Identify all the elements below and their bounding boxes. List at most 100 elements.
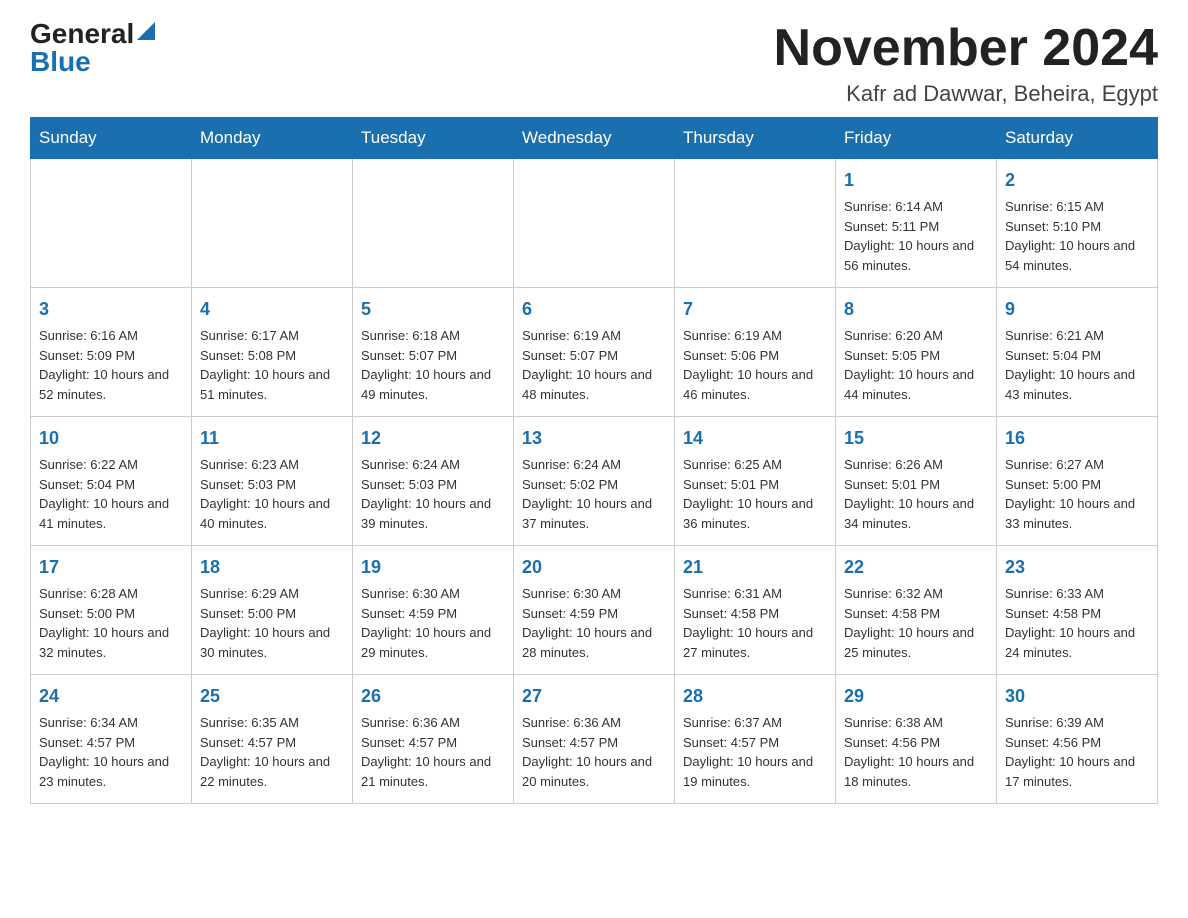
calendar-cell: 28 Sunrise: 6:37 AM Sunset: 4:57 PM Dayli… [675, 675, 836, 804]
cell-sun-info: Sunrise: 6:19 AM Sunset: 5:06 PM Dayligh… [683, 326, 827, 404]
location-subtitle: Kafr ad Dawwar, Beheira, Egypt [774, 81, 1158, 107]
cell-day-number: 28 [683, 683, 827, 710]
calendar-cell [514, 159, 675, 288]
calendar-cell: 29Sunrise: 6:38 AM Sunset: 4:56 PM Dayli… [836, 675, 997, 804]
calendar-cell: 16Sunrise: 6:27 AM Sunset: 5:00 PM Dayli… [997, 417, 1158, 546]
calendar-cell: 21 Sunrise: 6:31 AM Sunset: 4:58 PM Dayli… [675, 546, 836, 675]
header: General Blue November 2024 Kafr ad Dawwa… [30, 20, 1158, 107]
calendar-table: SundayMondayTuesdayWednesdayThursdayFrid… [30, 117, 1158, 804]
cell-day-number: 17 [39, 554, 183, 581]
cell-day-number: 1 [844, 167, 988, 194]
cell-day-number: 26 [361, 683, 505, 710]
cell-sun-info: Sunrise: 6:21 AM Sunset: 5:04 PM Dayligh… [1005, 326, 1149, 404]
cell-sun-info: Sunrise: 6:18 AM Sunset: 5:07 PM Dayligh… [361, 326, 505, 404]
calendar-cell: 11 Sunrise: 6:23 AM Sunset: 5:03 PM Dayli… [192, 417, 353, 546]
calendar-week-1: 1 Sunrise: 6:14 AM Sunset: 5:11 PM Daylig… [31, 159, 1158, 288]
weekday-header-wednesday: Wednesday [514, 118, 675, 159]
cell-day-number: 10 [39, 425, 183, 452]
weekday-header-thursday: Thursday [675, 118, 836, 159]
cell-sun-info: Sunrise: 6:22 AM Sunset: 5:04 PM Dayligh… [39, 455, 183, 533]
cell-sun-info: Sunrise: 6:24 AM Sunset: 5:02 PM Dayligh… [522, 455, 666, 533]
calendar-cell: 6 Sunrise: 6:19 AM Sunset: 5:07 PM Daylig… [514, 288, 675, 417]
calendar-week-2: 3 Sunrise: 6:16 AM Sunset: 5:09 PM Daylig… [31, 288, 1158, 417]
cell-day-number: 3 [39, 296, 183, 323]
cell-day-number: 2 [1005, 167, 1149, 194]
cell-sun-info: Sunrise: 6:28 AM Sunset: 5:00 PM Dayligh… [39, 584, 183, 662]
calendar-cell: 22 Sunrise: 6:32 AM Sunset: 4:58 PM Dayli… [836, 546, 997, 675]
calendar-cell [192, 159, 353, 288]
cell-sun-info: Sunrise: 6:31 AM Sunset: 4:58 PM Dayligh… [683, 584, 827, 662]
cell-sun-info: Sunrise: 6:29 AM Sunset: 5:00 PM Dayligh… [200, 584, 344, 662]
cell-day-number: 21 [683, 554, 827, 581]
calendar-cell: 30 Sunrise: 6:39 AM Sunset: 4:56 PM Dayli… [997, 675, 1158, 804]
calendar-cell: 18 Sunrise: 6:29 AM Sunset: 5:00 PM Dayli… [192, 546, 353, 675]
cell-sun-info: Sunrise: 6:20 AM Sunset: 5:05 PM Dayligh… [844, 326, 988, 404]
cell-sun-info: Sunrise: 6:30 AM Sunset: 4:59 PM Dayligh… [522, 584, 666, 662]
calendar-cell: 15 Sunrise: 6:26 AM Sunset: 5:01 PM Dayli… [836, 417, 997, 546]
cell-day-number: 13 [522, 425, 666, 452]
calendar-cell: 23Sunrise: 6:33 AM Sunset: 4:58 PM Dayli… [997, 546, 1158, 675]
cell-day-number: 22 [844, 554, 988, 581]
cell-sun-info: Sunrise: 6:30 AM Sunset: 4:59 PM Dayligh… [361, 584, 505, 662]
cell-day-number: 11 [200, 425, 344, 452]
logo-general: General [30, 20, 134, 48]
calendar-cell: 7 Sunrise: 6:19 AM Sunset: 5:06 PM Daylig… [675, 288, 836, 417]
cell-day-number: 27 [522, 683, 666, 710]
calendar-cell: 14Sunrise: 6:25 AM Sunset: 5:01 PM Dayli… [675, 417, 836, 546]
cell-day-number: 24 [39, 683, 183, 710]
cell-day-number: 6 [522, 296, 666, 323]
cell-sun-info: Sunrise: 6:39 AM Sunset: 4:56 PM Dayligh… [1005, 713, 1149, 791]
logo-triangle-icon [137, 22, 155, 44]
cell-sun-info: Sunrise: 6:27 AM Sunset: 5:00 PM Dayligh… [1005, 455, 1149, 533]
cell-sun-info: Sunrise: 6:36 AM Sunset: 4:57 PM Dayligh… [522, 713, 666, 791]
calendar-week-3: 10 Sunrise: 6:22 AM Sunset: 5:04 PM Dayli… [31, 417, 1158, 546]
calendar-cell [31, 159, 192, 288]
cell-day-number: 18 [200, 554, 344, 581]
calendar-cell: 24Sunrise: 6:34 AM Sunset: 4:57 PM Dayli… [31, 675, 192, 804]
cell-sun-info: Sunrise: 6:14 AM Sunset: 5:11 PM Dayligh… [844, 197, 988, 275]
cell-sun-info: Sunrise: 6:15 AM Sunset: 5:10 PM Dayligh… [1005, 197, 1149, 275]
cell-sun-info: Sunrise: 6:24 AM Sunset: 5:03 PM Dayligh… [361, 455, 505, 533]
calendar-cell: 9 Sunrise: 6:21 AM Sunset: 5:04 PM Daylig… [997, 288, 1158, 417]
cell-sun-info: Sunrise: 6:35 AM Sunset: 4:57 PM Dayligh… [200, 713, 344, 791]
cell-sun-info: Sunrise: 6:16 AM Sunset: 5:09 PM Dayligh… [39, 326, 183, 404]
cell-day-number: 9 [1005, 296, 1149, 323]
calendar-cell: 10 Sunrise: 6:22 AM Sunset: 5:04 PM Dayli… [31, 417, 192, 546]
weekday-header-tuesday: Tuesday [353, 118, 514, 159]
cell-day-number: 4 [200, 296, 344, 323]
weekday-header-saturday: Saturday [997, 118, 1158, 159]
cell-sun-info: Sunrise: 6:23 AM Sunset: 5:03 PM Dayligh… [200, 455, 344, 533]
calendar-cell: 20 Sunrise: 6:30 AM Sunset: 4:59 PM Dayli… [514, 546, 675, 675]
calendar-cell: 17 Sunrise: 6:28 AM Sunset: 5:00 PM Dayli… [31, 546, 192, 675]
calendar-cell: 19Sunrise: 6:30 AM Sunset: 4:59 PM Dayli… [353, 546, 514, 675]
calendar-cell: 1 Sunrise: 6:14 AM Sunset: 5:11 PM Daylig… [836, 159, 997, 288]
cell-sun-info: Sunrise: 6:17 AM Sunset: 5:08 PM Dayligh… [200, 326, 344, 404]
weekday-header-monday: Monday [192, 118, 353, 159]
logo: General Blue [30, 20, 155, 76]
calendar-cell [675, 159, 836, 288]
calendar-cell: 4 Sunrise: 6:17 AM Sunset: 5:08 PM Daylig… [192, 288, 353, 417]
title-area: November 2024 Kafr ad Dawwar, Beheira, E… [774, 20, 1158, 107]
cell-sun-info: Sunrise: 6:26 AM Sunset: 5:01 PM Dayligh… [844, 455, 988, 533]
calendar-week-5: 24Sunrise: 6:34 AM Sunset: 4:57 PM Dayli… [31, 675, 1158, 804]
weekday-header-friday: Friday [836, 118, 997, 159]
cell-sun-info: Sunrise: 6:32 AM Sunset: 4:58 PM Dayligh… [844, 584, 988, 662]
cell-sun-info: Sunrise: 6:19 AM Sunset: 5:07 PM Dayligh… [522, 326, 666, 404]
cell-day-number: 15 [844, 425, 988, 452]
logo-blue: Blue [30, 46, 91, 77]
cell-day-number: 30 [1005, 683, 1149, 710]
cell-sun-info: Sunrise: 6:36 AM Sunset: 4:57 PM Dayligh… [361, 713, 505, 791]
cell-day-number: 5 [361, 296, 505, 323]
cell-day-number: 7 [683, 296, 827, 323]
cell-day-number: 14 [683, 425, 827, 452]
cell-day-number: 12 [361, 425, 505, 452]
calendar-cell [353, 159, 514, 288]
calendar-cell: 27 Sunrise: 6:36 AM Sunset: 4:57 PM Dayli… [514, 675, 675, 804]
weekday-header-sunday: Sunday [31, 118, 192, 159]
cell-day-number: 20 [522, 554, 666, 581]
calendar-week-4: 17 Sunrise: 6:28 AM Sunset: 5:00 PM Dayli… [31, 546, 1158, 675]
cell-sun-info: Sunrise: 6:33 AM Sunset: 4:58 PM Dayligh… [1005, 584, 1149, 662]
calendar-cell: 25Sunrise: 6:35 AM Sunset: 4:57 PM Dayli… [192, 675, 353, 804]
cell-sun-info: Sunrise: 6:37 AM Sunset: 4:57 PM Dayligh… [683, 713, 827, 791]
calendar-cell: 8Sunrise: 6:20 AM Sunset: 5:05 PM Daylig… [836, 288, 997, 417]
